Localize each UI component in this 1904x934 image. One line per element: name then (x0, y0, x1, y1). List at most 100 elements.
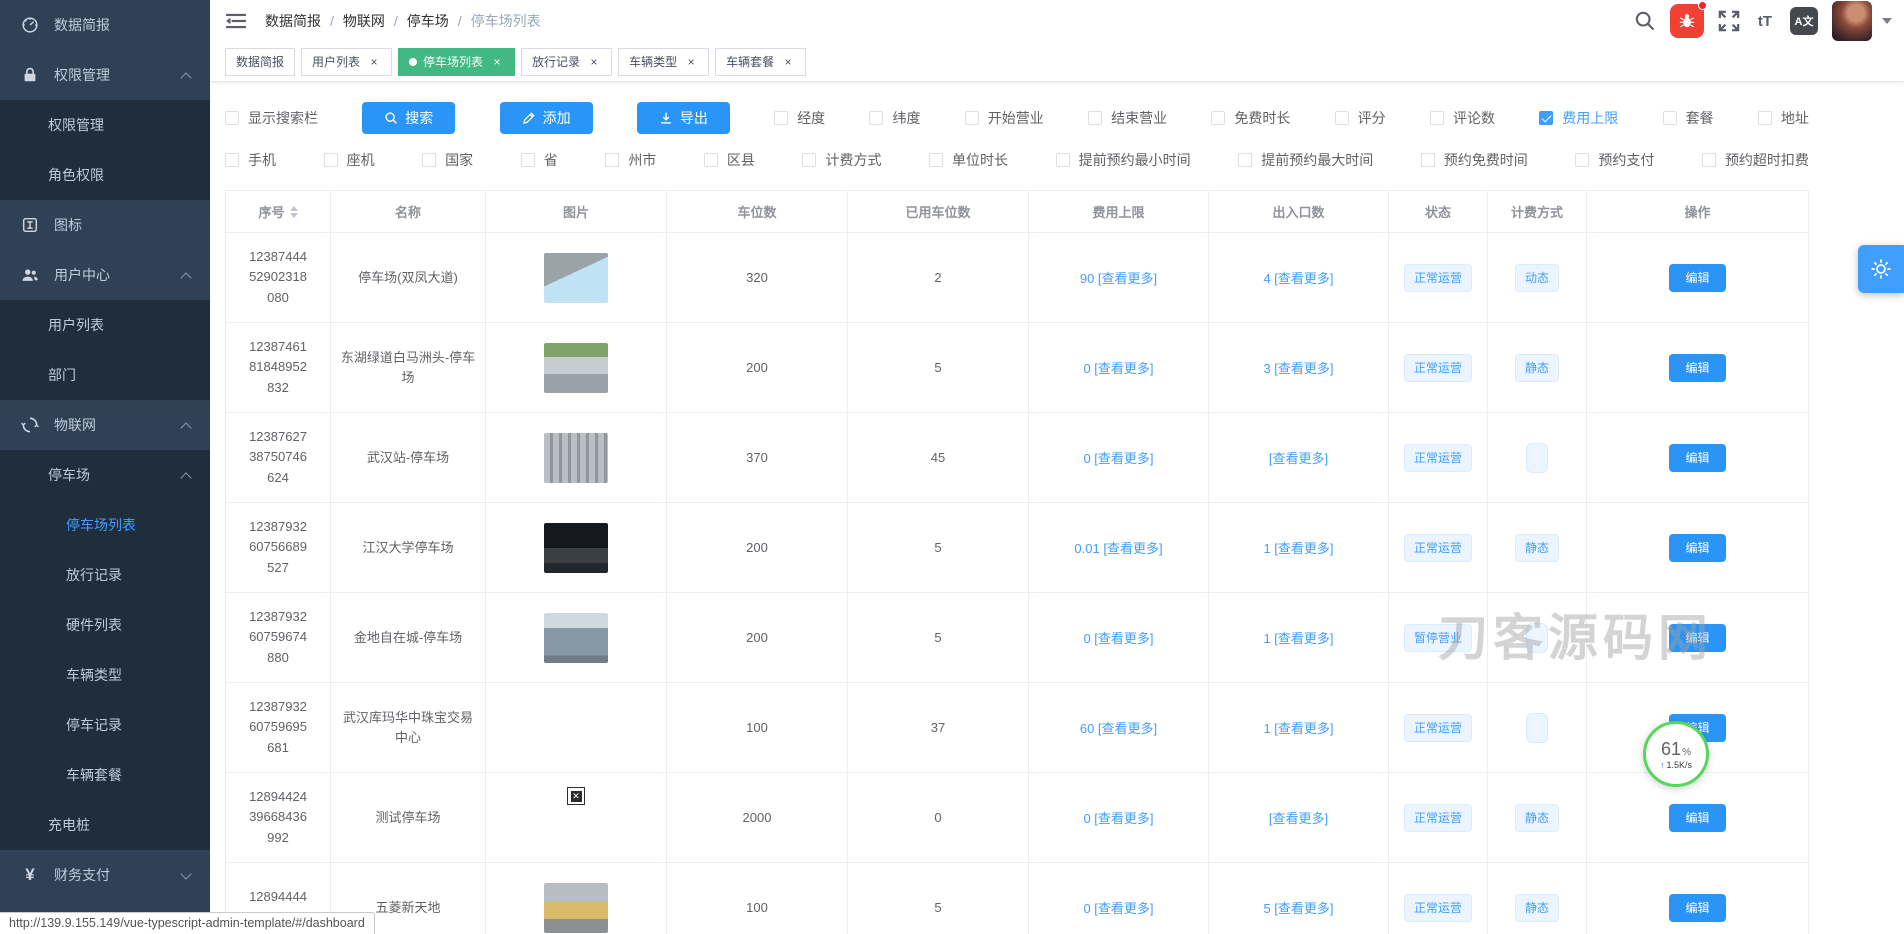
sidebar-item-4[interactable]: 图标 (0, 200, 210, 250)
sidebar-item-12[interactable]: 硬件列表 (0, 600, 210, 650)
tag-1[interactable]: 用户列表 (301, 48, 392, 76)
checkbox-icon[interactable] (605, 153, 619, 167)
filter-checkbox-row1-8[interactable]: 免费时长 (1211, 108, 1290, 128)
sidebar-item-1[interactable]: 权限管理 (0, 50, 210, 100)
breadcrumb-item-2[interactable]: 停车场 (407, 11, 449, 31)
gates-link[interactable]: 1 [查看更多] (1209, 503, 1389, 593)
sidebar-item-16[interactable]: 充电桩 (0, 800, 210, 850)
checkbox-icon[interactable] (324, 153, 338, 167)
gates-link[interactable]: 4 [查看更多] (1209, 233, 1389, 323)
checkbox-icon[interactable] (1056, 153, 1070, 167)
checkbox-icon[interactable] (704, 153, 718, 167)
gates-link[interactable]: 3 [查看更多] (1209, 323, 1389, 413)
filter-checkbox-row1-9[interactable]: 评分 (1335, 108, 1386, 128)
filter-checkbox-row1-13[interactable]: 地址 (1758, 108, 1809, 128)
search-icon[interactable] (1634, 10, 1656, 32)
checkbox-icon[interactable] (225, 153, 239, 167)
fee-limit-link[interactable]: 0 [查看更多] (1029, 413, 1209, 503)
checkbox-icon[interactable] (1663, 111, 1677, 125)
sort-icon[interactable] (290, 206, 298, 218)
filter-checkbox-row2-6[interactable]: 计费方式 (802, 150, 881, 170)
settings-button[interactable] (1858, 245, 1904, 293)
filter-checkbox-row2-12[interactable]: 预约超时扣费 (1702, 150, 1809, 170)
checkbox-icon[interactable] (225, 111, 239, 125)
filter-checkbox-row2-8[interactable]: 提前预约最小时间 (1056, 150, 1191, 170)
filter-checkbox-row1-10[interactable]: 评论数 (1430, 108, 1495, 128)
filter-checkbox-row2-9[interactable]: 提前预约最大时间 (1238, 150, 1373, 170)
avatar-dropdown-caret-icon[interactable] (1882, 18, 1892, 24)
checkbox-icon[interactable] (802, 153, 816, 167)
close-icon[interactable] (684, 55, 698, 69)
parking-photo[interactable] (544, 433, 608, 483)
status-badge[interactable]: 暂停营业 (1404, 624, 1472, 652)
billing-badge[interactable]: 静态 (1515, 804, 1559, 832)
parking-photo[interactable] (544, 523, 608, 573)
hamburger-icon[interactable] (225, 10, 247, 32)
checkbox-icon[interactable] (965, 111, 979, 125)
checkbox-icon[interactable] (1758, 111, 1772, 125)
billing-badge-empty[interactable] (1526, 713, 1548, 743)
error-log-button[interactable] (1670, 4, 1704, 38)
filter-checkbox-row2-10[interactable]: 预约免费时间 (1421, 150, 1528, 170)
search-button[interactable]: 搜索 (362, 102, 455, 134)
gates-link[interactable]: 1 [查看更多] (1209, 683, 1389, 773)
filter-checkbox-row2-7[interactable]: 单位时长 (929, 150, 1008, 170)
sidebar-item-3[interactable]: 角色权限 (0, 150, 210, 200)
fee-limit-link[interactable]: 0 [查看更多] (1029, 773, 1209, 863)
tag-3[interactable]: 放行记录 (521, 48, 612, 76)
checkbox-icon[interactable] (1702, 153, 1716, 167)
filter-checkbox-row1-11[interactable]: 费用上限 (1539, 108, 1618, 128)
billing-badge[interactable]: 静态 (1515, 354, 1559, 382)
sidebar-item-0[interactable]: 数据简报 (0, 0, 210, 50)
checkbox-icon[interactable] (1430, 111, 1444, 125)
breadcrumb-item-1[interactable]: 物联网 (343, 11, 385, 31)
checkbox-icon[interactable] (1335, 111, 1349, 125)
filter-checkbox-row1-5[interactable]: 纬度 (869, 108, 920, 128)
edit-button[interactable]: 编辑 (1669, 804, 1725, 832)
font-size-icon[interactable] (1754, 10, 1776, 32)
checkbox-checked-icon[interactable] (1539, 111, 1553, 125)
sort-desc-icon[interactable] (290, 213, 298, 218)
filter-checkbox-row1-12[interactable]: 套餐 (1663, 108, 1714, 128)
close-icon[interactable] (781, 55, 795, 69)
checkbox-icon[interactable] (1088, 111, 1102, 125)
status-badge[interactable]: 正常运营 (1404, 354, 1472, 382)
fee-limit-link[interactable]: 0 [查看更多] (1029, 863, 1209, 934)
checkbox-icon[interactable] (774, 111, 788, 125)
checkbox-icon[interactable] (1211, 111, 1225, 125)
edit-button[interactable]: 编辑 (1669, 534, 1725, 562)
sidebar-item-5[interactable]: 用户中心 (0, 250, 210, 300)
parking-photo[interactable] (544, 883, 608, 933)
breadcrumb-item-0[interactable]: 数据简报 (265, 11, 321, 31)
close-icon[interactable] (490, 55, 504, 69)
tag-5[interactable]: 车辆套餐 (715, 48, 806, 76)
filter-checkbox-row2-1[interactable]: 座机 (324, 150, 375, 170)
status-badge[interactable]: 正常运营 (1404, 534, 1472, 562)
sidebar-item-13[interactable]: 车辆类型 (0, 650, 210, 700)
status-badge[interactable]: 正常运营 (1404, 714, 1472, 742)
billing-badge[interactable]: 静态 (1515, 894, 1559, 922)
tag-4[interactable]: 车辆类型 (618, 48, 709, 76)
sidebar-item-11[interactable]: 放行记录 (0, 550, 210, 600)
status-badge[interactable]: 正常运营 (1404, 804, 1472, 832)
gates-link[interactable]: [查看更多] (1209, 773, 1389, 863)
filter-checkbox-row1-4[interactable]: 经度 (774, 108, 825, 128)
checkbox-icon[interactable] (1238, 153, 1252, 167)
fee-limit-link[interactable]: 90 [查看更多] (1029, 233, 1209, 323)
edit-button[interactable]: 编辑 (1669, 894, 1725, 922)
sidebar-item-15[interactable]: 车辆套餐 (0, 750, 210, 800)
sidebar-item-9[interactable]: 停车场 (0, 450, 210, 500)
export-button[interactable]: 导出 (637, 102, 730, 134)
billing-badge[interactable]: 动态 (1515, 264, 1559, 292)
sidebar-item-6[interactable]: 用户列表 (0, 300, 210, 350)
checkbox-icon[interactable] (929, 153, 943, 167)
parking-photo[interactable] (544, 343, 608, 393)
sort-asc-icon[interactable] (290, 206, 298, 211)
gates-link[interactable]: [查看更多] (1209, 413, 1389, 503)
status-badge[interactable]: 正常运营 (1404, 894, 1472, 922)
filter-checkbox-row1-0[interactable]: 显示搜索栏 (225, 108, 318, 128)
fee-limit-link[interactable]: 0 [查看更多] (1029, 323, 1209, 413)
fullscreen-icon[interactable] (1718, 10, 1740, 32)
parking-photo[interactable] (544, 253, 608, 303)
edit-button[interactable]: 编辑 (1669, 354, 1725, 382)
